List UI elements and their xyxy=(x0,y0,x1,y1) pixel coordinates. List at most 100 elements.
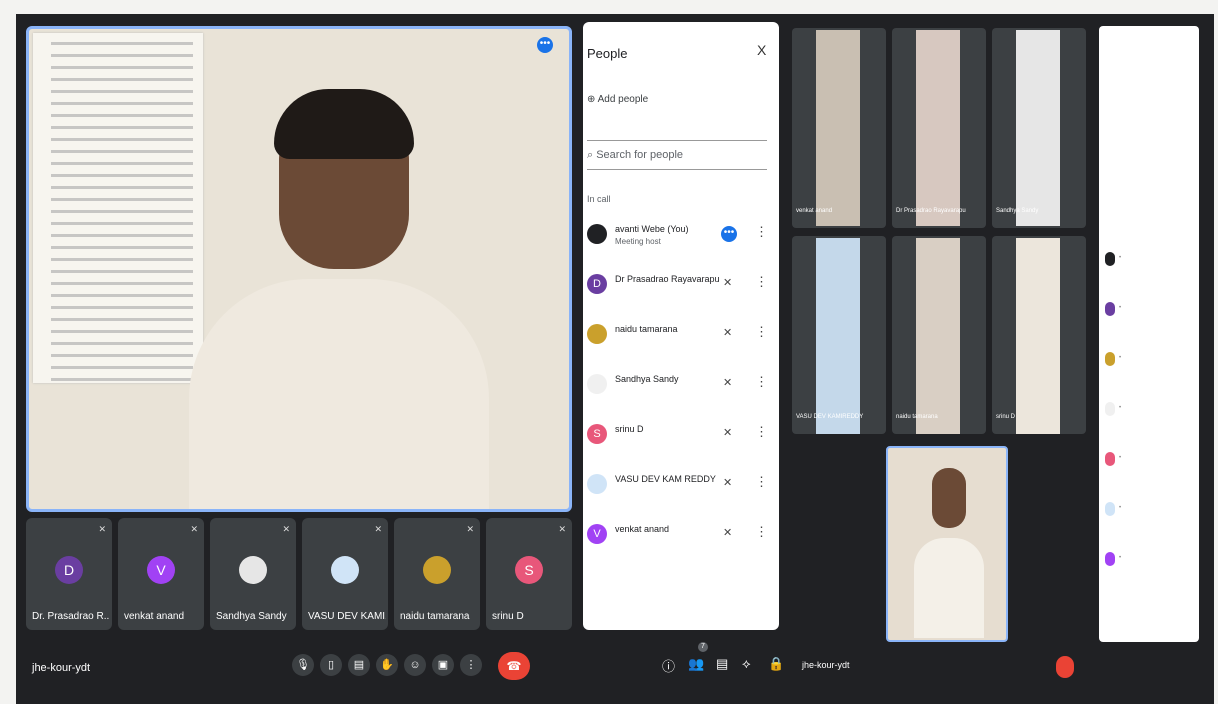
more-options-icon[interactable]: ⋮ xyxy=(755,474,768,490)
mic-off-icon: ✕ xyxy=(723,327,733,339)
avatar xyxy=(587,224,607,244)
search-icon: ⌕ xyxy=(587,149,597,161)
hand-icon[interactable]: ✋ xyxy=(376,654,398,676)
video-tile[interactable]: venkat anand xyxy=(792,28,886,228)
mic-off-icon: ✕ xyxy=(282,524,290,534)
add-person-icon: ⊕ xyxy=(587,94,598,105)
participant-name: Sandhya Sandy xyxy=(216,611,287,622)
list-item[interactable]: avanti Webe (You) Meeting host ••• ⋮ xyxy=(587,218,773,258)
participant-tile[interactable]: ✕ D Dr. Prasadrao R... xyxy=(26,518,112,630)
avatar: S xyxy=(587,424,607,444)
participant-name: naidu tamarana xyxy=(615,324,678,334)
mic-off-icon: ✕ xyxy=(723,277,733,289)
video-tile[interactable]: srinu D xyxy=(992,236,1086,434)
second-meeting-toolbar: jhe-kour-ydt xyxy=(794,644,1214,694)
avatar: S xyxy=(515,556,543,584)
more-options-icon[interactable]: ⋮ xyxy=(755,224,768,240)
participant-name: VASU DEV KAMIREDDY xyxy=(796,414,864,420)
participant-name: naidu tamarana xyxy=(400,611,470,622)
mic-off-icon: ✕ xyxy=(723,377,733,389)
meeting-code: jhe-kour-ydt xyxy=(32,662,91,674)
emoji-icon[interactable]: ☺ xyxy=(404,654,426,676)
video-tile[interactable]: VASU DEV KAMIREDDY xyxy=(792,236,886,434)
more-options-icon[interactable]: ••• xyxy=(537,37,553,53)
video-tile[interactable]: naidu tamarana xyxy=(892,236,986,434)
chat-icon[interactable]: ▤ xyxy=(716,656,728,672)
captions-icon[interactable]: ▯ xyxy=(320,654,342,676)
video-tile[interactable]: Sandhya Sandy xyxy=(992,28,1086,228)
participant-tile[interactable]: ✕ Sandhya Sandy xyxy=(210,518,296,630)
people-icon[interactable]: 👥 xyxy=(688,656,704,672)
participant-tiles: ✕ D Dr. Prasadrao R... ✕ V venkat anand … xyxy=(26,518,572,630)
lock-icon[interactable]: 🔒 xyxy=(768,656,784,672)
participant-name: venkat anand xyxy=(796,208,833,214)
activities-icon[interactable]: ⟡ xyxy=(742,656,751,672)
participant-tile[interactable]: ✕ V venkat anand xyxy=(118,518,204,630)
avatar: V xyxy=(587,524,607,544)
meeting-toolbar: jhe-kour-ydt 🎙 ▯ ▤ ✋ ☺ ▣ ⋮ ☎ ⓘ 7 👥 ▤ ⟡ 🔒 xyxy=(16,642,786,692)
panel-title: People xyxy=(587,46,628,61)
search-input[interactable]: ⌕ Search for people xyxy=(587,140,767,170)
avatar: D xyxy=(587,274,607,294)
participant-name: Dr Prasadrao Rayavarapu xyxy=(896,208,966,214)
list-item[interactable]: S srinu D ✕ ⋮ xyxy=(587,418,773,458)
active-speaker-video[interactable] xyxy=(886,446,1008,642)
participants-badge: 7 xyxy=(698,642,708,652)
mic-off-icon: ✕ xyxy=(723,527,733,539)
list-item[interactable]: V venkat anand ✕ ⋮ xyxy=(587,518,773,558)
add-people-label: Add people xyxy=(597,94,649,105)
end-call-button[interactable] xyxy=(1056,656,1074,678)
avatar xyxy=(239,556,267,584)
participant-name: venkat anand xyxy=(124,611,185,622)
participant-name: Dr Prasadrao Rayavarapu xyxy=(615,274,720,284)
people-panel-small: • • • • • • • xyxy=(1099,26,1199,642)
more-options-icon[interactable]: ⋮ xyxy=(755,424,768,440)
participant-name: srinu D xyxy=(492,611,524,622)
list-item[interactable]: naidu tamarana ✕ ⋮ xyxy=(587,318,773,358)
avatar xyxy=(423,556,451,584)
speaking-icon: ••• xyxy=(721,226,737,242)
wall-paper-sheet xyxy=(33,33,203,383)
close-icon[interactable]: X xyxy=(757,42,766,58)
more-icon[interactable]: ⋮ xyxy=(460,654,482,676)
info-icon[interactable]: ⓘ xyxy=(662,656,675,675)
participant-name: Dr. Prasadrao R... xyxy=(32,611,110,622)
mic-off-icon: ✕ xyxy=(723,477,733,489)
screenshot-frame: ••• ✕ D Dr. Prasadrao R... ✕ V venkat an… xyxy=(16,14,1214,704)
avatar: V xyxy=(147,556,175,584)
participant-tile[interactable]: ✕ naidu tamarana xyxy=(394,518,480,630)
speaker-hair xyxy=(274,89,414,159)
mic-off-icon: ✕ xyxy=(558,524,566,534)
more-options-icon[interactable]: ⋮ xyxy=(755,274,768,290)
video-tile[interactable]: Dr Prasadrao Rayavarapu xyxy=(892,28,986,228)
avatar: D xyxy=(55,556,83,584)
list-item[interactable]: VASU DEV KAM REDDY ✕ ⋮ xyxy=(587,468,773,508)
participant-name: srinu D xyxy=(996,414,1016,420)
active-speaker-video[interactable]: ••• xyxy=(26,26,572,512)
list-item[interactable]: Sandhya Sandy ✕ ⋮ xyxy=(587,368,773,408)
meeting-code: jhe-kour-ydt xyxy=(802,660,850,670)
mic-off-icon: ✕ xyxy=(374,524,382,534)
mic-icon[interactable]: 🎙 xyxy=(292,654,314,676)
more-options-icon[interactable]: ⋮ xyxy=(755,324,768,340)
participant-tile[interactable]: ✕ VASU DEV KAMI... xyxy=(302,518,388,630)
participant-name: Sandhya Sandy xyxy=(615,374,679,384)
add-people-button[interactable]: ⊕ Add people xyxy=(587,94,648,105)
search-placeholder: Search for people xyxy=(596,149,684,161)
avatar xyxy=(587,474,607,494)
participant-name: venkat anand xyxy=(615,524,670,534)
screen-icon[interactable]: ▣ xyxy=(432,654,454,676)
participant-tile[interactable]: ✕ S srinu D xyxy=(486,518,572,630)
participant-name: avanti Webe (You) xyxy=(615,224,689,234)
mic-off-icon: ✕ xyxy=(190,524,198,534)
list-item[interactable]: D Dr Prasadrao Rayavarapu ✕ ⋮ xyxy=(587,268,773,308)
participant-name: VASU DEV KAMI... xyxy=(308,611,386,622)
more-options-icon[interactable]: ⋮ xyxy=(755,524,768,540)
more-options-icon[interactable]: ⋮ xyxy=(755,374,768,390)
avatar xyxy=(587,374,607,394)
avatar xyxy=(587,324,607,344)
speaker-body xyxy=(189,279,489,509)
in-call-section-label: In call xyxy=(587,194,611,204)
end-call-button[interactable]: ☎ xyxy=(498,652,530,680)
present-icon[interactable]: ▤ xyxy=(348,654,370,676)
